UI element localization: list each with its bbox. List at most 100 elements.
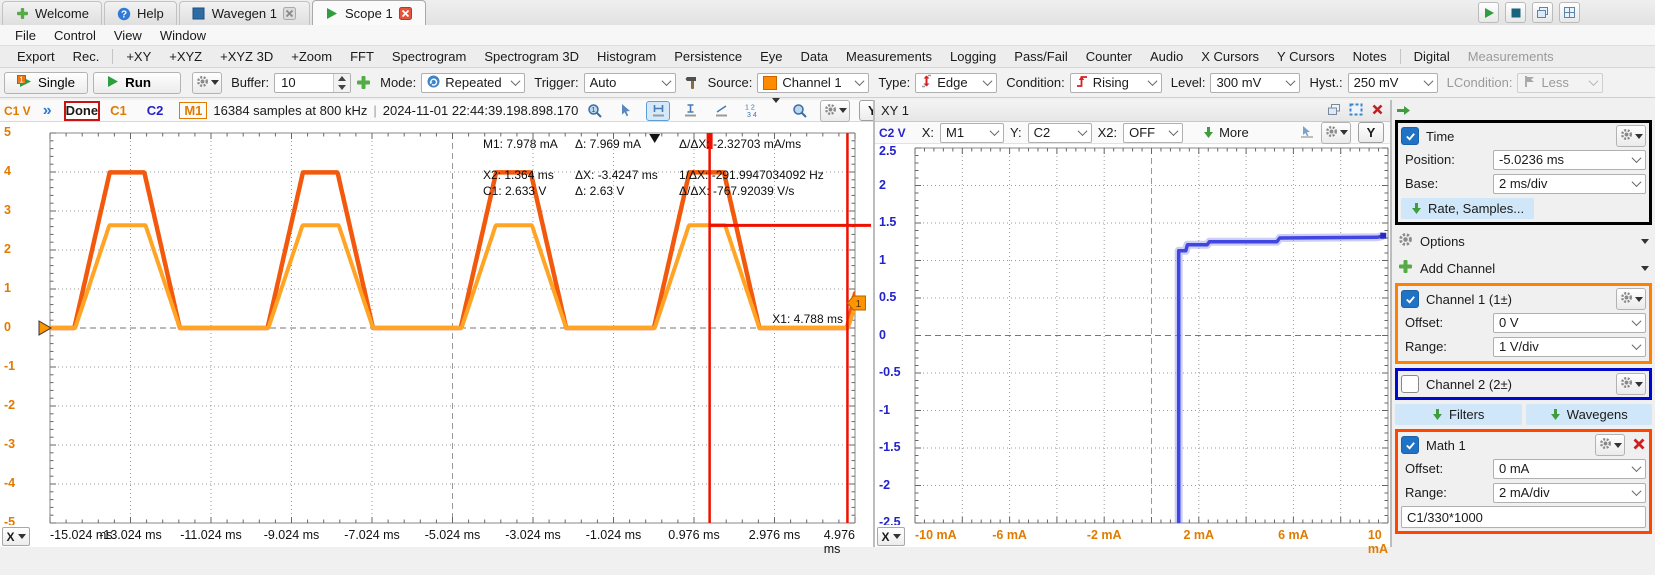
- xy-x-select[interactable]: M1: [940, 123, 1004, 143]
- tab-welcome[interactable]: Welcome: [2, 1, 102, 25]
- scope-y-axis-unit[interactable]: C1 V: [4, 104, 31, 118]
- math1-range-select[interactable]: 2 mA/div: [1493, 483, 1646, 503]
- expand-arrow-icon[interactable]: »: [43, 104, 52, 118]
- time-checkbox[interactable]: [1401, 127, 1419, 145]
- pointer-icon[interactable]: [615, 102, 637, 120]
- xy-titlebar[interactable]: XY 1: [875, 100, 1390, 122]
- scope-plot[interactable]: 1: [0, 122, 873, 525]
- rate-samples-button[interactable]: Rate, Samples...: [1401, 198, 1534, 219]
- xy-gear-button[interactable]: [1321, 122, 1351, 144]
- x-cursors-icon[interactable]: [646, 101, 670, 121]
- math1-gear-button[interactable]: [1595, 434, 1625, 456]
- tab-help[interactable]: ?Help: [104, 1, 177, 25]
- caret-down-icon[interactable]: [772, 103, 780, 118]
- menu-control[interactable]: Control: [45, 27, 105, 44]
- position-select[interactable]: -5.0236 ms: [1493, 150, 1646, 170]
- viewmenu-counter[interactable]: Counter: [1077, 48, 1141, 65]
- xy-x-axis-button[interactable]: X: [877, 527, 905, 546]
- viewmenu-eye[interactable]: Eye: [751, 48, 791, 65]
- slope-cursor-icon[interactable]: [710, 102, 732, 120]
- viewmenu--xy[interactable]: +XY: [117, 48, 160, 65]
- maximize-icon[interactable]: [1349, 103, 1363, 119]
- mode-select[interactable]: Repeated: [421, 73, 525, 93]
- xy-more-button[interactable]: More: [1203, 125, 1249, 140]
- buffer-gear-button[interactable]: [192, 72, 222, 94]
- badge-m1[interactable]: M1: [179, 102, 207, 119]
- buffer-spin-buttons[interactable]: [333, 74, 350, 92]
- level-select[interactable]: 300 mV: [1210, 73, 1300, 93]
- math1-formula-input[interactable]: C1/330*1000: [1401, 506, 1646, 528]
- viewmenu-digital[interactable]: Digital: [1405, 48, 1459, 65]
- trigger-select[interactable]: Auto: [584, 73, 676, 93]
- channel2-gear-button[interactable]: [1616, 373, 1646, 395]
- viewmenu--xyz[interactable]: +XYZ: [160, 48, 211, 65]
- remove-math-icon[interactable]: [1632, 437, 1646, 454]
- y-cursors-icon[interactable]: [679, 102, 701, 120]
- menu-file[interactable]: File: [6, 27, 45, 44]
- tile-windows-icon[interactable]: [1559, 2, 1580, 23]
- single-button[interactable]: 1 Single: [4, 72, 88, 94]
- xy-y-axis-button[interactable]: Y: [1358, 122, 1384, 143]
- condition-select[interactable]: Rising: [1070, 73, 1162, 93]
- channel2-checkbox[interactable]: [1401, 375, 1419, 393]
- badge-c1[interactable]: C1: [106, 103, 131, 118]
- menu-view[interactable]: View: [105, 27, 151, 44]
- tab-wavegen-1[interactable]: Wavegen 1: [179, 1, 310, 25]
- cascade-windows-icon[interactable]: [1532, 2, 1553, 23]
- viewmenu--xyz-3d[interactable]: +XYZ 3D: [211, 48, 282, 65]
- xy-plot[interactable]: [875, 144, 1390, 525]
- run-button[interactable]: Run: [93, 72, 181, 94]
- xy-y-select[interactable]: C2: [1028, 123, 1092, 143]
- viewmenu-export[interactable]: Export: [8, 48, 64, 65]
- tab-close-icon[interactable]: [399, 6, 413, 20]
- add-buffer-button[interactable]: [356, 75, 371, 90]
- viewmenu-notes[interactable]: Notes: [1344, 48, 1396, 65]
- wavegens-button[interactable]: Wavegens: [1526, 404, 1653, 425]
- viewmenu-y-cursors[interactable]: Y Cursors: [1268, 48, 1344, 65]
- viewmenu-fft[interactable]: FFT: [341, 48, 383, 65]
- type-select[interactable]: Edge: [915, 73, 997, 93]
- xy-x2-select[interactable]: OFF: [1123, 123, 1183, 143]
- manual-trigger-button[interactable]: [685, 75, 699, 90]
- viewmenu-pass-fail[interactable]: Pass/Fail: [1005, 48, 1076, 65]
- add-channel-row[interactable]: Add Channel: [1398, 256, 1649, 280]
- measure-pointer-icon[interactable]: [1300, 125, 1314, 141]
- viewmenu-rec-[interactable]: Rec.: [64, 48, 109, 65]
- viewmenu-audio[interactable]: Audio: [1141, 48, 1192, 65]
- filters-button[interactable]: Filters: [1395, 404, 1522, 425]
- green-right-arrow-icon[interactable]: [1396, 104, 1411, 119]
- ch1-offset-select[interactable]: 0 V: [1493, 313, 1646, 333]
- viewmenu-logging[interactable]: Logging: [941, 48, 1005, 65]
- zoom-1-icon[interactable]: 1: [584, 102, 606, 120]
- xy-y-axis-unit[interactable]: C2 V: [879, 126, 906, 140]
- viewmenu-persistence[interactable]: Persistence: [665, 48, 751, 65]
- stop-all-icon[interactable]: [1505, 2, 1526, 23]
- zoom-icon[interactable]: [789, 102, 811, 120]
- viewmenu-measurements[interactable]: Measurements: [837, 48, 941, 65]
- menu-window[interactable]: Window: [151, 27, 215, 44]
- source-select[interactable]: Channel 1: [757, 73, 869, 93]
- channel1-gear-button[interactable]: [1616, 288, 1646, 310]
- quick-measure-icon[interactable]: 1 23 4: [741, 102, 763, 120]
- ch1-range-select[interactable]: 1 V/div: [1493, 337, 1646, 357]
- viewmenu-spectrogram-3d[interactable]: Spectrogram 3D: [475, 48, 588, 65]
- close-icon[interactable]: [1371, 103, 1384, 119]
- options-row[interactable]: Options: [1398, 229, 1649, 253]
- tab-close-icon[interactable]: [283, 7, 297, 21]
- tab-scope-1[interactable]: Scope 1: [312, 0, 426, 25]
- viewmenu-spectrogram[interactable]: Spectrogram: [383, 48, 475, 65]
- float-window-icon[interactable]: [1327, 103, 1341, 119]
- hysteresis-select[interactable]: 250 mV: [1348, 73, 1438, 93]
- channel1-checkbox[interactable]: [1401, 290, 1419, 308]
- plot-gear-button[interactable]: [820, 100, 850, 122]
- time-gear-button[interactable]: [1616, 125, 1646, 147]
- viewmenu-x-cursors[interactable]: X Cursors: [1192, 48, 1268, 65]
- scope-x-axis-button[interactable]: X: [2, 527, 30, 546]
- viewmenu--zoom[interactable]: +Zoom: [282, 48, 341, 65]
- viewmenu-histogram[interactable]: Histogram: [588, 48, 665, 65]
- math1-checkbox[interactable]: [1401, 436, 1419, 454]
- buffer-spinner[interactable]: 10: [274, 73, 351, 93]
- viewmenu-data[interactable]: Data: [792, 48, 837, 65]
- badge-c2[interactable]: C2: [143, 103, 168, 118]
- run-all-icon[interactable]: [1478, 2, 1499, 23]
